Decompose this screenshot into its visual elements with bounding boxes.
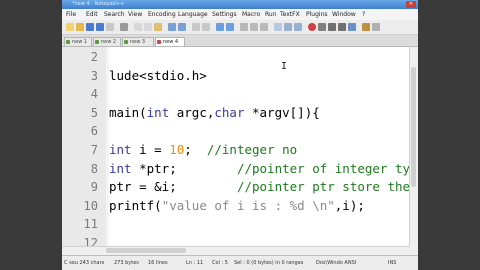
close-icon[interactable]: ✕ [406,1,416,8]
status-eol-encoding: Dos\Windo ANSI [316,260,357,266]
redo-icon[interactable] [178,23,186,31]
scroll-thumb[interactable] [106,248,186,253]
undo-icon[interactable] [168,23,176,31]
save-all-icon[interactable] [96,23,104,31]
status-line-count: 16 lines [148,260,168,266]
menu-search[interactable]: Search [104,9,125,20]
menu-help[interactable]: ? [362,9,365,20]
tab-bar: new 1 new 2 new 3 new 4 [62,35,418,47]
menu-encoding[interactable]: Encoding [148,9,176,20]
status-selection: Sel : 0 (0 bytes) in 0 ranges [234,260,304,266]
menu-plugins[interactable]: Plugins [306,9,328,20]
code-editor[interactable]: I 2 3 lude<stdio.h> 4 5 main(int argc,char *a… [62,47,418,254]
tab-label: new 2 [101,39,117,45]
vertical-scrollbar[interactable] [409,47,418,254]
open-file-icon[interactable] [76,23,84,31]
paste-icon[interactable] [154,23,162,31]
cut-icon[interactable] [134,23,142,31]
plugin-icon[interactable] [372,23,380,31]
zoom-out-icon[interactable] [226,23,234,31]
indent-guide-icon[interactable] [274,23,282,31]
menu-textfx[interactable]: TextFX [280,9,300,20]
copy-icon[interactable] [144,23,152,31]
print-icon[interactable] [120,23,128,31]
close-file-icon[interactable] [106,23,114,31]
save-icon[interactable] [86,23,94,31]
tab-new-1[interactable]: new 1 [64,37,92,46]
status-bytes: 273 bytes [114,260,139,266]
line-number: 4 [90,87,98,102]
status-file-type: C sou 243 chars [64,260,105,266]
line-number: 8 [90,161,98,176]
save-macro-icon[interactable] [348,23,356,31]
notepadpp-window: *new 4 - Notepad++ ✕ File Edit Search Vi… [62,0,418,270]
code-line[interactable]: int i = 10; //integer no [109,141,297,159]
menu-window[interactable]: Window [332,9,356,20]
status-column: Col : 5 [212,260,228,266]
file-saved-icon [95,40,99,44]
menu-file[interactable]: File [66,9,76,20]
code-line[interactable]: lude<stdio.h> [109,67,207,85]
zoom-in-icon[interactable] [216,23,224,31]
window-title: *new 4 - Notepad++ [72,1,125,7]
tab-label: new 4 [163,39,179,45]
line-number: 11 [83,217,98,232]
new-file-icon[interactable] [66,23,74,31]
line-number: 6 [90,124,98,139]
tab-label: new 1 [72,39,88,45]
tab-label: new 3 [130,39,146,45]
play-macro-icon[interactable] [328,23,336,31]
find-icon[interactable] [192,23,200,31]
tab-new-2[interactable]: new 2 [93,37,121,46]
line-number: 5 [90,105,98,120]
spell-check-icon[interactable] [362,23,370,31]
status-insert-mode: INS [388,260,397,266]
menu-edit[interactable]: Edit [86,9,98,20]
file-saved-icon [124,40,128,44]
line-number: 10 [83,198,98,213]
code-line[interactable]: ptr = &i; //pointer ptr store the [109,178,410,196]
code-line[interactable]: int *ptr; //pointer of integer ty [109,160,410,178]
horizontal-scrollbar[interactable] [62,246,410,255]
tab-new-3[interactable]: new 3 [122,37,154,46]
line-number: 2 [90,50,98,64]
sync-scroll-icon[interactable] [240,23,248,31]
menu-view[interactable]: View [128,9,142,20]
menu-run[interactable]: Run [265,9,277,20]
menu-macro[interactable]: Macro [242,9,260,20]
doc-map-icon[interactable] [284,23,292,31]
line-number: 7 [90,143,98,157]
line-number: 9 [90,180,98,195]
menu-language[interactable]: Language [178,9,208,20]
code-line[interactable]: main(int argc,char *argv[]){ [109,104,320,122]
title-bar: *new 4 - Notepad++ ✕ [62,0,418,9]
scroll-thumb[interactable] [411,67,416,187]
replace-icon[interactable] [202,23,210,31]
file-unsaved-icon [157,40,161,44]
stop-macro-icon[interactable] [318,23,326,31]
function-list-icon[interactable] [294,23,302,31]
word-wrap-icon[interactable] [250,23,258,31]
line-number: 3 [90,68,98,83]
record-macro-icon[interactable] [308,23,316,31]
menu-settings[interactable]: Settings [212,9,237,20]
status-line: Ln : 11 [186,260,204,266]
show-all-chars-icon[interactable] [260,23,268,31]
tab-new-4[interactable]: new 4 [155,37,185,46]
toolbar [62,20,418,35]
run-macro-multiple-icon[interactable] [338,23,346,31]
text-cursor-icon: I [281,61,288,72]
code-line[interactable]: printf("value of i is : %d \n",i); [109,197,365,215]
file-saved-icon [66,40,70,44]
status-bar: C sou 243 chars 273 bytes 16 lines Ln : … [62,255,418,270]
